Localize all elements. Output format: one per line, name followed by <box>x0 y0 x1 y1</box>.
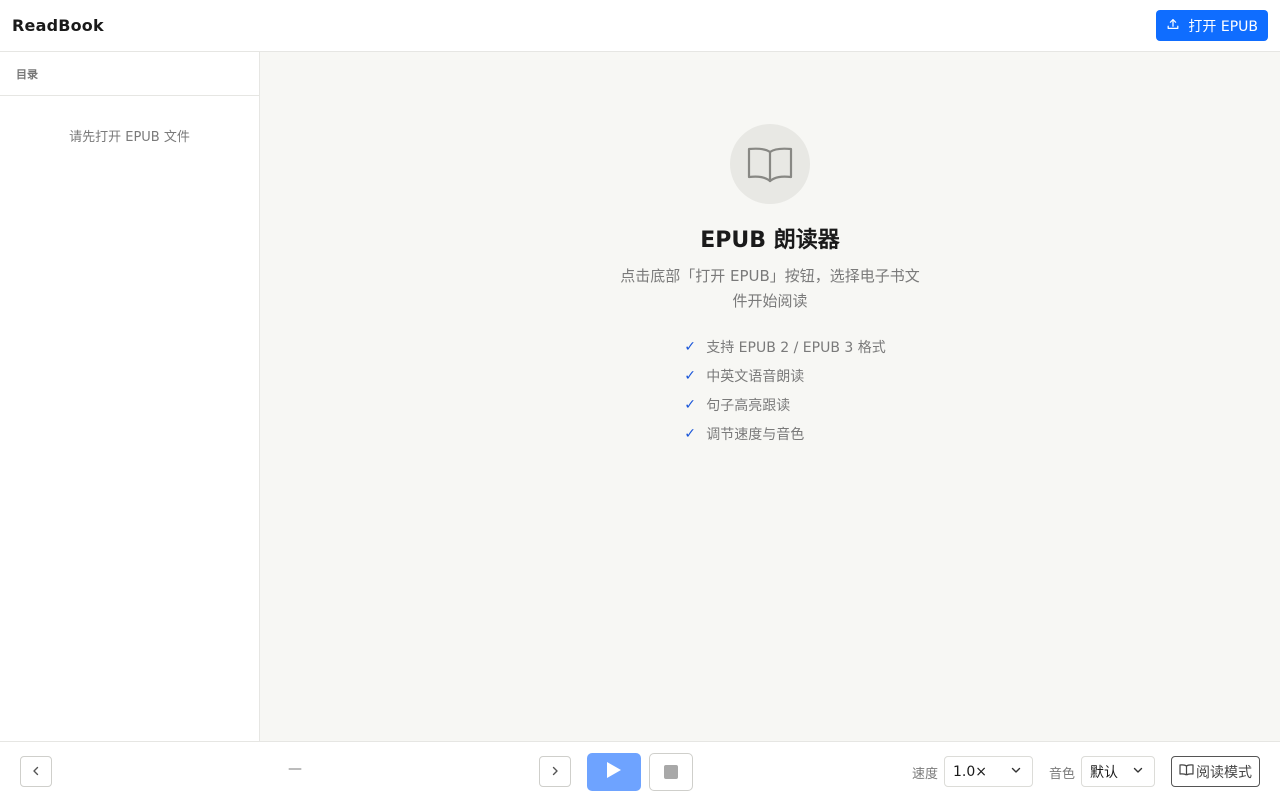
speed-select[interactable]: 1.0× <box>944 756 1033 787</box>
check-icon: ✓ <box>684 367 696 384</box>
stop-icon <box>664 765 678 779</box>
open-epub-button[interactable]: 打开 EPUB <box>1156 10 1268 41</box>
chevron-left-icon <box>30 762 42 781</box>
toc-title: 目录 <box>0 52 259 96</box>
playback-bar: — 速度 1.0× 音色 默认 阅读模式 <box>0 741 1280 800</box>
play-icon <box>606 761 622 783</box>
upload-icon <box>1166 17 1180 35</box>
voice-label: 音色 <box>1049 767 1076 782</box>
next-chapter-button[interactable] <box>539 756 571 787</box>
check-icon: ✓ <box>684 425 696 442</box>
feature-text: 中英文语音朗读 <box>706 368 805 385</box>
feature-item: ✓ 句子高亮跟读 <box>684 390 886 419</box>
voice-select[interactable]: 默认 <box>1081 756 1155 787</box>
chapter-indicator: — <box>288 761 302 777</box>
book-icon <box>1179 763 1194 781</box>
feature-list: ✓ 支持 EPUB 2 / EPUB 3 格式 ✓ 中英文语音朗读 ✓ 句子高亮… <box>684 332 886 448</box>
chevron-down-icon <box>1010 764 1022 780</box>
reading-mode-label: 阅读模式 <box>1196 764 1252 781</box>
stop-button[interactable] <box>649 753 693 791</box>
reading-mode-button[interactable]: 阅读模式 <box>1171 756 1260 787</box>
feature-text: 支持 EPUB 2 / EPUB 3 格式 <box>706 339 886 356</box>
chevron-right-icon <box>549 762 561 781</box>
feature-item: ✓ 中英文语音朗读 <box>684 361 886 390</box>
welcome-description: 点击底部「打开 EPUB」按钮，选择电子书文件开始阅读 <box>620 267 920 310</box>
prev-chapter-button[interactable] <box>20 756 52 787</box>
app-title: ReadBook <box>12 16 104 35</box>
feature-item: ✓ 调节速度与音色 <box>684 419 886 448</box>
check-icon: ✓ <box>684 338 696 355</box>
speed-label: 速度 <box>912 767 939 782</box>
voice-value: 默认 <box>1090 764 1118 781</box>
check-icon: ✓ <box>684 396 696 413</box>
reader-main: EPUB 朗读器 点击底部「打开 EPUB」按钮，选择电子书文件开始阅读 ✓ 支… <box>260 52 1280 741</box>
welcome-panel: EPUB 朗读器 点击底部「打开 EPUB」按钮，选择电子书文件开始阅读 ✓ 支… <box>260 52 1280 448</box>
feature-text: 调节速度与音色 <box>706 426 805 443</box>
feature-text: 句子高亮跟读 <box>706 397 791 414</box>
open-epub-label: 打开 EPUB <box>1188 18 1258 35</box>
feature-item: ✓ 支持 EPUB 2 / EPUB 3 格式 <box>684 332 886 361</box>
play-button[interactable] <box>587 753 641 791</box>
toc-sidebar: 目录 请先打开 EPUB 文件 <box>0 52 260 741</box>
app-header: ReadBook 打开 EPUB <box>0 0 1280 52</box>
welcome-title: EPUB 朗读器 <box>700 228 840 253</box>
open-book-icon <box>730 124 810 204</box>
toc-empty-message: 请先打开 EPUB 文件 <box>69 130 190 145</box>
chevron-down-icon <box>1132 764 1144 780</box>
speed-value: 1.0× <box>953 763 987 780</box>
